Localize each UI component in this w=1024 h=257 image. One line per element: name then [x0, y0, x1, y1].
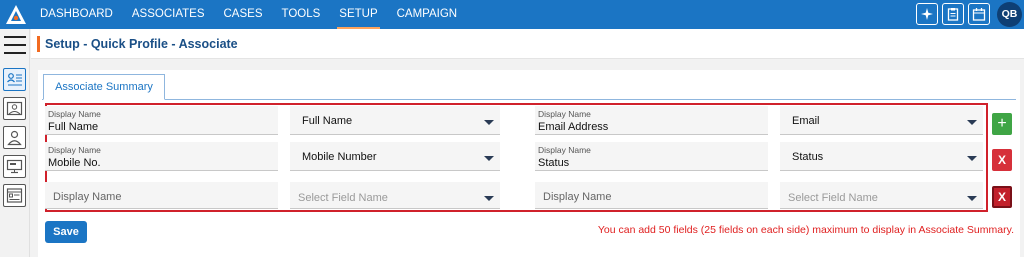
dropdown-caret-icon [484, 156, 494, 161]
save-button[interactable]: Save [45, 221, 87, 243]
field-label: Display Name [48, 109, 101, 119]
dropdown-caret-icon [967, 196, 977, 201]
nav-cases[interactable]: CASES [224, 0, 263, 29]
user-avatar[interactable]: QB [997, 2, 1022, 27]
field-name-select[interactable]: Select Field Name [780, 182, 983, 209]
top-navbar: DASHBOARD ASSOCIATES CASES TOOLS SETUP C… [0, 0, 1024, 29]
field-value: Status [538, 157, 570, 169]
monitor-icon[interactable] [3, 155, 26, 178]
field-label: Display Name [538, 109, 591, 119]
input-placeholder: Display Name [543, 191, 612, 203]
nav-campaign[interactable]: CAMPAIGN [397, 0, 458, 29]
profile-list-icon[interactable] [3, 68, 26, 91]
main-nav: DASHBOARD ASSOCIATES CASES TOOLS SETUP C… [40, 0, 476, 29]
title-accent-bar [37, 36, 40, 52]
nav-associates[interactable]: ASSOCIATES [132, 0, 205, 29]
nav-dashboard[interactable]: DASHBOARD [40, 0, 113, 29]
field-label: Display Name [48, 145, 101, 155]
select-value: Email [792, 115, 820, 127]
display-name-field[interactable]: Display Name Mobile No. [45, 142, 278, 171]
select-value: Mobile Number [302, 151, 377, 163]
sparkle-icon[interactable] [916, 3, 938, 25]
page-title: Setup - Quick Profile - Associate [45, 37, 238, 51]
dropdown-caret-icon [967, 156, 977, 161]
field-value: Mobile No. [48, 157, 101, 169]
image-icon[interactable] [3, 97, 26, 120]
delete-row-button[interactable]: X [992, 149, 1012, 171]
dropdown-caret-icon [484, 196, 494, 201]
person-icon[interactable] [3, 126, 26, 149]
select-placeholder: Select Field Name [298, 192, 388, 204]
display-name-field[interactable]: Display Name Full Name [45, 106, 278, 135]
tab-associate-summary[interactable]: Associate Summary [43, 74, 165, 100]
field-name-select[interactable]: Full Name [290, 106, 500, 135]
display-name-input[interactable]: Display Name [45, 182, 278, 209]
left-sidebar [0, 29, 30, 257]
top-icon-group [916, 3, 990, 25]
nav-setup[interactable]: SETUP [337, 0, 380, 29]
nav-tools[interactable]: TOOLS [282, 0, 321, 29]
select-value: Full Name [302, 115, 353, 127]
field-label: Display Name [538, 145, 591, 155]
select-placeholder: Select Field Name [788, 192, 878, 204]
field-name-select[interactable]: Email [780, 106, 983, 135]
display-name-field[interactable]: Display Name Email Address [535, 106, 768, 135]
display-name-field[interactable]: Display Name Status [535, 142, 768, 171]
app-logo-icon[interactable] [4, 3, 28, 27]
delete-row-button[interactable]: X [992, 186, 1012, 208]
menu-icon[interactable] [4, 36, 26, 60]
field-name-select[interactable]: Mobile Number [290, 142, 500, 171]
tab-divider [42, 99, 1016, 100]
display-name-input[interactable]: Display Name [535, 182, 768, 209]
calendar-icon[interactable] [968, 3, 990, 25]
dropdown-caret-icon [484, 120, 494, 125]
page-header: Setup - Quick Profile - Associate [31, 29, 1024, 59]
add-row-button[interactable]: + [992, 113, 1012, 135]
window-list-icon[interactable] [3, 184, 26, 207]
dropdown-caret-icon [967, 120, 977, 125]
input-placeholder: Display Name [53, 191, 122, 203]
field-name-select[interactable]: Status [780, 142, 983, 171]
select-value: Status [792, 151, 824, 163]
max-fields-note: You can add 50 fields (25 fields on each… [597, 224, 1014, 236]
field-value: Email Address [538, 121, 609, 133]
field-name-select[interactable]: Select Field Name [290, 182, 500, 209]
clipboard-icon[interactable] [942, 3, 964, 25]
field-value: Full Name [48, 121, 99, 133]
